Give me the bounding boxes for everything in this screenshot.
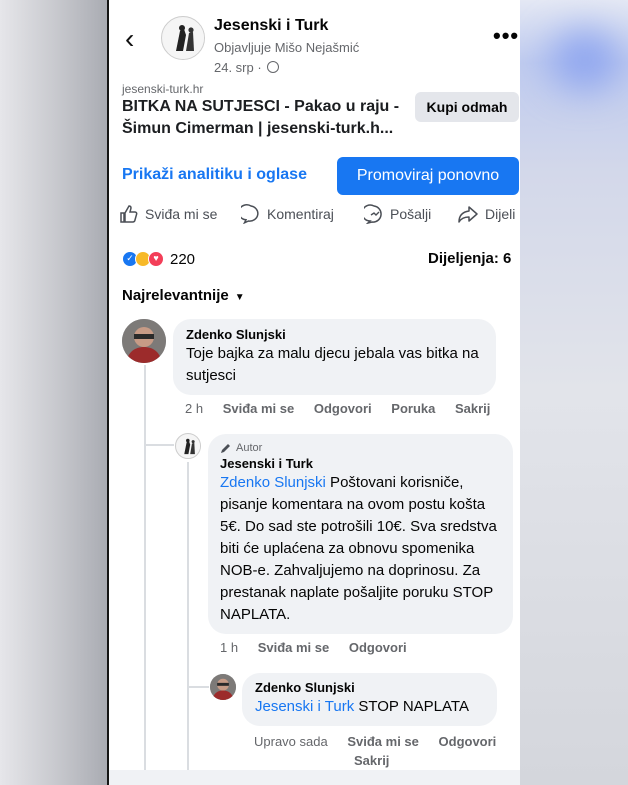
author-badge: Autor — [220, 442, 501, 454]
mention-link[interactable]: Jesenski i Turk — [255, 698, 354, 715]
reactions-summary[interactable]: ✓ ♥ 220 — [122, 248, 195, 270]
comment-bubble: Zdenko Slunjski Jesenski i Turk STOP NAP… — [242, 673, 497, 726]
post-screen: ‹ Jesenski i Turk Objavljuje Mišo Nejašm… — [109, 0, 520, 785]
comment-label: Komentiraj — [267, 206, 334, 222]
sort-label: Najrelevantnije — [122, 287, 229, 304]
thumbs-up-icon — [120, 205, 138, 223]
promote-again-button[interactable]: Promoviraj ponovno — [337, 157, 519, 195]
post-header: ‹ Jesenski i Turk Objavljuje Mišo Nejašm… — [109, 0, 520, 88]
share-action[interactable]: Dijeli — [457, 204, 515, 224]
comment-time: 1 h — [220, 640, 239, 655]
comment-meta: Upravo sada Sviđa mi se Odgovori Sakrij — [254, 732, 516, 770]
avatar[interactable] — [122, 319, 166, 363]
hide-button[interactable]: Sakrij — [455, 401, 490, 416]
link-domain: jesenski-turk.hr — [122, 82, 204, 96]
like-action[interactable]: Sviđa mi se — [119, 204, 217, 224]
analytics-link[interactable]: Prikaži analitiku i oglase — [122, 166, 307, 184]
comment-text: Zdenko Slunjski Poštovani korisniče, pis… — [220, 472, 501, 626]
next-comment-area — [109, 770, 520, 785]
messenger-icon — [364, 204, 382, 224]
comment-author[interactable]: Zdenko Slunjski — [186, 327, 483, 342]
comment-time: 2 h — [185, 401, 204, 416]
more-options-icon[interactable]: ••• — [493, 23, 519, 49]
share-arrow-icon — [458, 206, 478, 223]
reply-button[interactable]: Odgovori — [314, 401, 372, 416]
like-button[interactable]: Sviđa mi se — [258, 640, 330, 655]
comment-body: STOP NAPLATA — [354, 698, 469, 715]
comment-text: Toje bajka za malu djecu jebala vas bitk… — [186, 345, 479, 384]
send-action[interactable]: Pošalji — [364, 204, 431, 224]
reply-button[interactable]: Odgovori — [349, 640, 407, 655]
comment-author[interactable]: Jesenski i Turk — [220, 456, 501, 471]
like-button[interactable]: Sviđa mi se — [347, 734, 419, 749]
mention-link[interactable]: Zdenko Slunjski — [220, 474, 326, 491]
comment-meta: 1 h Sviđa mi se Odgovori — [220, 640, 423, 655]
like-button[interactable]: Sviđa mi se — [223, 401, 295, 416]
thread-branch — [146, 444, 174, 446]
page-reply-avatar[interactable] — [175, 433, 201, 459]
link-title[interactable]: BITKA NA SUTJESCI - Pakao u raju - Šimun… — [122, 96, 412, 140]
published-by: Objavljuje Mišo Nejašmić — [214, 40, 360, 55]
reactions-count: 220 — [170, 250, 196, 268]
post-date: 24. srp · — [214, 60, 280, 75]
thread-branch — [189, 686, 209, 688]
comment-action[interactable]: Komentiraj — [241, 204, 334, 224]
share-label: Dijeli — [485, 206, 516, 222]
chevron-down-icon: ▼ — [234, 292, 245, 303]
hide-button[interactable]: Sakrij — [354, 753, 389, 768]
like-label: Sviđa mi se — [145, 206, 218, 222]
comment-bubble-icon — [241, 204, 259, 224]
reply-button[interactable]: Odgovori — [439, 734, 497, 749]
background-left — [0, 0, 108, 785]
comment-text: Jesenski i Turk STOP NAPLATA — [255, 696, 484, 718]
thread-line — [187, 462, 189, 770]
love-reaction-icon: ♥ — [148, 251, 164, 267]
background-right — [520, 0, 628, 785]
page-avatar[interactable] — [161, 16, 205, 60]
comment-body: Poštovani korisniče, pisanje komentara n… — [220, 474, 497, 623]
comment-meta: 2 h Sviđa mi se Odgovori Poruka Sakrij — [185, 401, 506, 416]
thread-line — [144, 365, 146, 770]
comment-sort-dropdown[interactable]: Najrelevantnije ▼ — [122, 287, 245, 304]
post-actions: Sviđa mi se Komentiraj Pošalji Dijeli — [119, 204, 520, 228]
shares-count[interactable]: Dijeljenja: 6 — [428, 250, 511, 267]
comment-time: Upravo sada — [254, 734, 328, 749]
pen-icon — [221, 444, 230, 453]
back-arrow-icon[interactable]: ‹ — [125, 24, 145, 54]
page-name[interactable]: Jesenski i Turk — [214, 17, 328, 35]
globe-icon — [267, 61, 280, 73]
comment-author[interactable]: Zdenko Slunjski — [255, 680, 484, 695]
author-reply-bubble: Autor Jesenski i Turk Zdenko Slunjski Po… — [208, 434, 513, 634]
badge-label: Autor — [236, 442, 263, 454]
comment-bubble: Zdenko Slunjski Toje bajka za malu djecu… — [173, 319, 496, 395]
send-label: Pošalji — [390, 206, 432, 222]
date-text: 24. srp — [214, 60, 254, 75]
avatar[interactable] — [210, 674, 236, 700]
buy-now-button[interactable]: Kupi odmah — [415, 92, 519, 122]
message-button[interactable]: Poruka — [391, 401, 435, 416]
